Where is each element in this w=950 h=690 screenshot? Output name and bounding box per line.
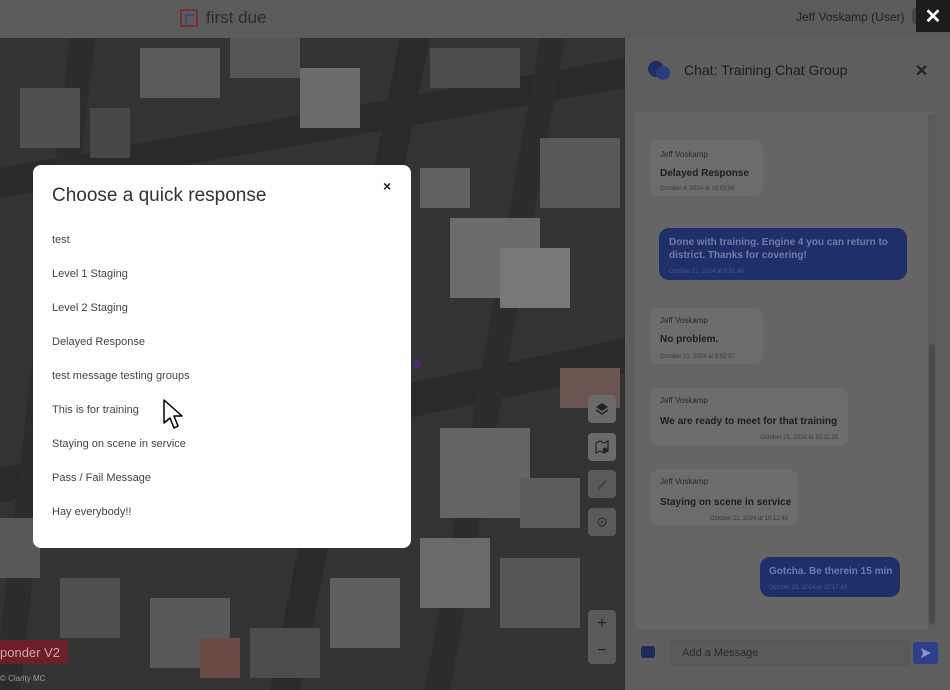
quick-response-item[interactable]: test — [52, 234, 190, 268]
first-due-logo-icon — [180, 9, 198, 27]
incident-pin-icon[interactable] — [412, 358, 422, 370]
chat-scrollbar[interactable] — [928, 114, 936, 630]
chat-scroll-thumb[interactable] — [929, 344, 935, 624]
chat-title: Chat: Training Chat Group — [684, 62, 848, 78]
message-text: No problem. — [660, 334, 719, 345]
message-text: Gotcha. Be therein 15 min — [769, 566, 893, 577]
quick-response-icon[interactable] — [641, 646, 655, 658]
modal-title: Choose a quick response — [52, 185, 267, 206]
quick-response-item[interactable]: Pass / Fail Message — [52, 472, 190, 506]
message-bubble: Gotcha. Be therein 15 min October 21, 20… — [760, 557, 900, 597]
quick-response-list: test Level 1 Staging Level 2 Staging Del… — [52, 234, 190, 540]
mouse-cursor-icon — [163, 399, 183, 429]
pencil-icon — [597, 480, 607, 490]
zoom-in-button[interactable]: + — [588, 610, 616, 637]
message-text: Delayed Response — [660, 168, 749, 179]
quick-response-item[interactable]: Delayed Response — [52, 336, 190, 370]
layers-icon — [595, 403, 609, 415]
message-bubble: Jeff Voskamp Staying on scene in service… — [650, 469, 798, 525]
message-text: Staying on scene in service — [660, 497, 792, 508]
locate-button[interactable] — [588, 508, 616, 536]
map-settings-button[interactable] — [588, 433, 616, 461]
message-bubble: Done with training. Engine 4 you can ret… — [659, 228, 907, 280]
crosshair-icon — [597, 517, 607, 527]
message-bubble: Jeff Voskamp No problem. October 21, 202… — [650, 308, 763, 364]
responder-version-tag[interactable]: ponder V2 — [0, 640, 68, 664]
quick-response-item[interactable]: Level 1 Staging — [52, 268, 190, 302]
layers-button[interactable] — [588, 395, 616, 423]
message-author: Jeff Voskamp — [660, 477, 708, 486]
chat-header: Chat: Training Chat Group ✕ — [625, 38, 950, 104]
send-button[interactable] — [913, 642, 938, 664]
message-bubble: Jeff Voskamp We are ready to meet for th… — [650, 388, 848, 446]
message-bubble: Jeff Voskamp Delayed Response October 4,… — [650, 140, 763, 196]
send-icon — [920, 648, 931, 658]
message-time: October 21, 2024 at 9:51:49 — [669, 269, 744, 275]
message-author: Jeff Voskamp — [660, 150, 708, 159]
message-time: October 21, 2024 at 10:12:40 — [709, 516, 788, 522]
zoom-out-button[interactable]: − — [588, 637, 616, 664]
top-bar: first due Jeff Voskamp (User) ✕ — [0, 0, 950, 38]
app-logo[interactable]: first due — [180, 8, 266, 28]
message-text: Done with training. Engine 4 you can ret… — [669, 237, 888, 261]
close-icon: ✕ — [924, 5, 942, 28]
message-time: October 21, 2024 at 10:11:35 — [760, 435, 838, 441]
chat-message-list[interactable]: Jeff Voskamp Delayed Response October 4,… — [635, 112, 935, 630]
message-input[interactable]: Add a Message — [670, 640, 910, 666]
quick-response-item[interactable]: Hay everybody!! — [52, 506, 190, 540]
modal-close-button[interactable]: × — [383, 178, 391, 194]
message-time: October 4, 2024 at 18:53:56 — [660, 186, 735, 192]
message-time: October 21, 2024 at 9:52:37 — [660, 354, 735, 360]
map-gear-icon — [595, 440, 609, 454]
message-time: October 21, 2024 at 10:17:40 — [769, 585, 848, 591]
quick-response-item[interactable]: Level 2 Staging — [52, 302, 190, 336]
draw-button[interactable] — [588, 470, 616, 498]
quick-response-modal: Choose a quick response × test Level 1 S… — [33, 165, 411, 548]
message-author: Jeff Voskamp — [660, 316, 708, 325]
map-copyright: © Clarity MC — [0, 674, 46, 683]
chat-panel: Chat: Training Chat Group ✕ Jeff Voskamp… — [625, 38, 950, 690]
zoom-control: + − — [588, 610, 616, 664]
message-text: We are ready to meet for that training — [660, 416, 838, 427]
user-menu-label[interactable]: Jeff Voskamp (User) — [796, 10, 904, 24]
message-author: Jeff Voskamp — [660, 396, 708, 405]
app-name: first due — [206, 8, 267, 27]
quick-response-item[interactable]: Staying on scene in service — [52, 438, 190, 472]
chat-bubbles-icon — [648, 61, 670, 80]
close-overlay-button[interactable]: ✕ — [916, 0, 950, 32]
app-root: first due Jeff Voskamp (User) ✕ + − pond… — [0, 0, 950, 690]
chat-close-button[interactable]: ✕ — [915, 61, 928, 81]
